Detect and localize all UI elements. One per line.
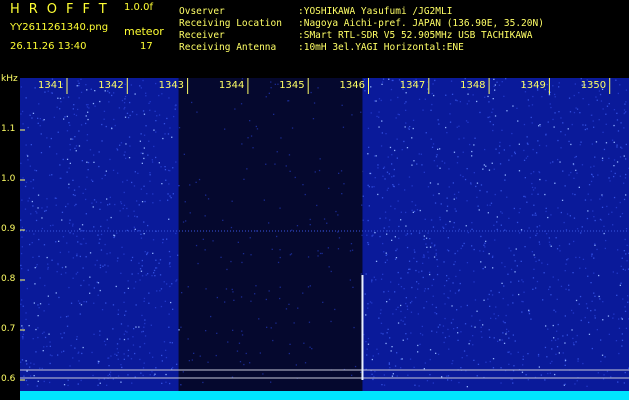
x-tick-label: 1348 bbox=[460, 80, 486, 91]
spectrogram-plot bbox=[20, 78, 629, 400]
baseline-band bbox=[20, 391, 629, 400]
y-axis-unit: kHz bbox=[1, 74, 18, 84]
x-tick-label: 1347 bbox=[399, 80, 426, 91]
spectrogram-svg bbox=[20, 78, 629, 400]
x-tick-label: 1343 bbox=[158, 80, 185, 91]
echo-count: 17 bbox=[140, 41, 153, 52]
info-value-observer: :YOSHIKAWA Yasufumi /JG2MLI bbox=[298, 6, 453, 17]
y-tick-label: 0.9 bbox=[1, 224, 16, 234]
x-tick-label: 1345 bbox=[279, 80, 305, 91]
y-tick-label: 1.1 bbox=[1, 124, 16, 134]
dark-band bbox=[178, 78, 363, 400]
timestamp-label: 26.11.26 13:40 bbox=[10, 41, 87, 52]
info-key-receiver: Receiver bbox=[179, 30, 225, 41]
info-value-antenna: :10mH 3el.YAGI Horizontal:ENE bbox=[298, 42, 464, 53]
filename-label: YY2611261340.png bbox=[10, 22, 109, 33]
y-tick-label: 0.6 bbox=[1, 374, 16, 384]
info-key-observer: Ovserver bbox=[179, 6, 225, 17]
mode-label: meteor bbox=[124, 25, 164, 38]
x-tick-label: 1346 bbox=[339, 80, 365, 91]
info-value-location: :Nagoya Aichi-pref. JAPAN (136.90E, 35.2… bbox=[298, 18, 544, 29]
x-tick-label: 1349 bbox=[520, 80, 546, 91]
x-tick-label: 1342 bbox=[98, 80, 124, 91]
x-tick-label: 1350 bbox=[580, 80, 607, 91]
info-key-antenna: Receiving Antenna bbox=[179, 42, 277, 53]
x-tick-label: 1344 bbox=[218, 80, 245, 91]
y-tick-label: 0.8 bbox=[1, 274, 16, 284]
y-tick-label: 0.7 bbox=[1, 324, 16, 334]
app-title: HROFFT bbox=[10, 2, 116, 17]
x-tick-label: 1341 bbox=[38, 80, 64, 91]
y-tick-label: 1.0 bbox=[1, 174, 16, 184]
info-value-receiver: :SMart RTL-SDR V5 52.905MHz USB TACHIKAW… bbox=[298, 30, 533, 41]
version-label: 1.0.0f bbox=[124, 2, 153, 13]
info-key-location: Receiving Location bbox=[179, 18, 282, 29]
